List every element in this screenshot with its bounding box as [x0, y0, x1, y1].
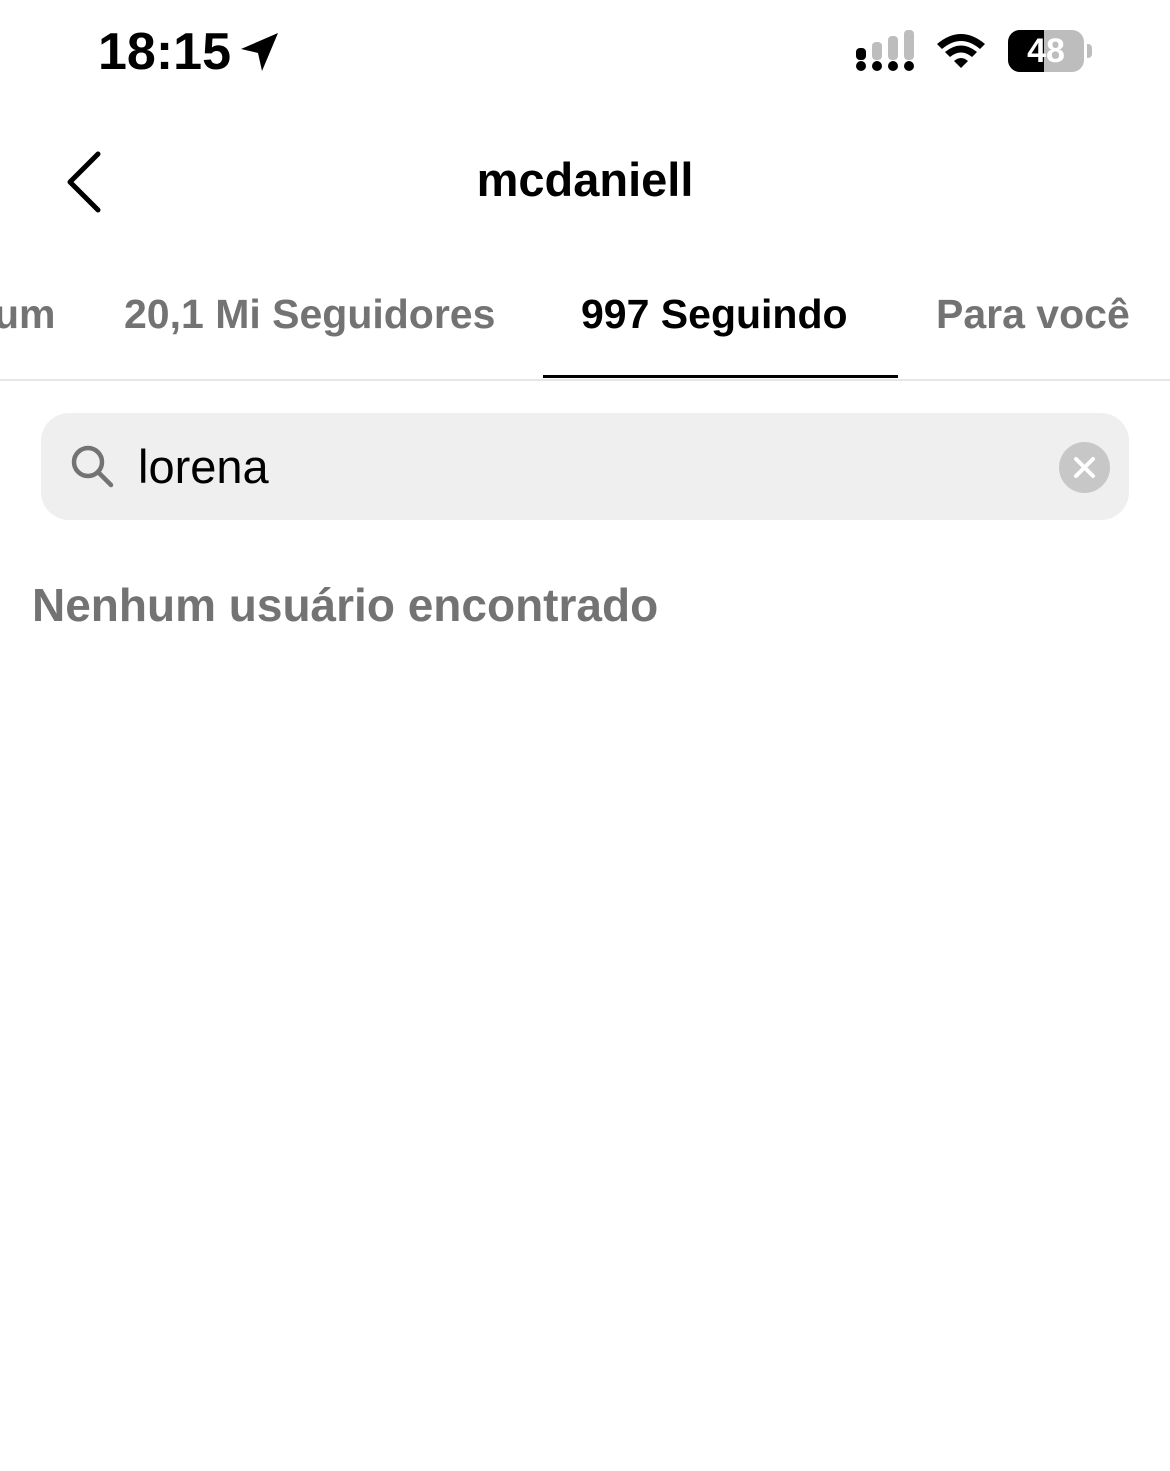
tab-partial[interactable]: um: [0, 288, 56, 340]
empty-results-message: Nenhum usuário encontrado: [32, 579, 659, 631]
location-arrow-icon: [241, 33, 278, 71]
cellular-signal-icon: [856, 30, 914, 71]
battery-percent: 48: [1027, 32, 1065, 70]
battery-icon: 48: [1008, 30, 1092, 74]
search-bar[interactable]: [41, 413, 1129, 520]
active-tab-indicator: [543, 375, 898, 378]
status-bar: 18:15 48: [0, 0, 1170, 100]
tab-para-voce[interactable]: Para você: [936, 288, 1130, 340]
search-icon: [71, 445, 114, 488]
status-time: 18:15: [98, 23, 231, 81]
clear-x-icon: [1074, 457, 1095, 478]
clear-search-button[interactable]: [1059, 442, 1110, 493]
tab-seguindo[interactable]: 997 Seguindo: [581, 288, 848, 340]
page-title: mcdaniell: [476, 153, 694, 206]
wifi-icon: [937, 34, 985, 68]
tab-bar: um 20,1 Mi Seguidores 997 Seguindo Para …: [0, 262, 1170, 381]
tab-seguidores[interactable]: 20,1 Mi Seguidores: [124, 288, 495, 340]
header: mcdaniell: [0, 120, 1170, 240]
search-input[interactable]: [138, 433, 1038, 499]
